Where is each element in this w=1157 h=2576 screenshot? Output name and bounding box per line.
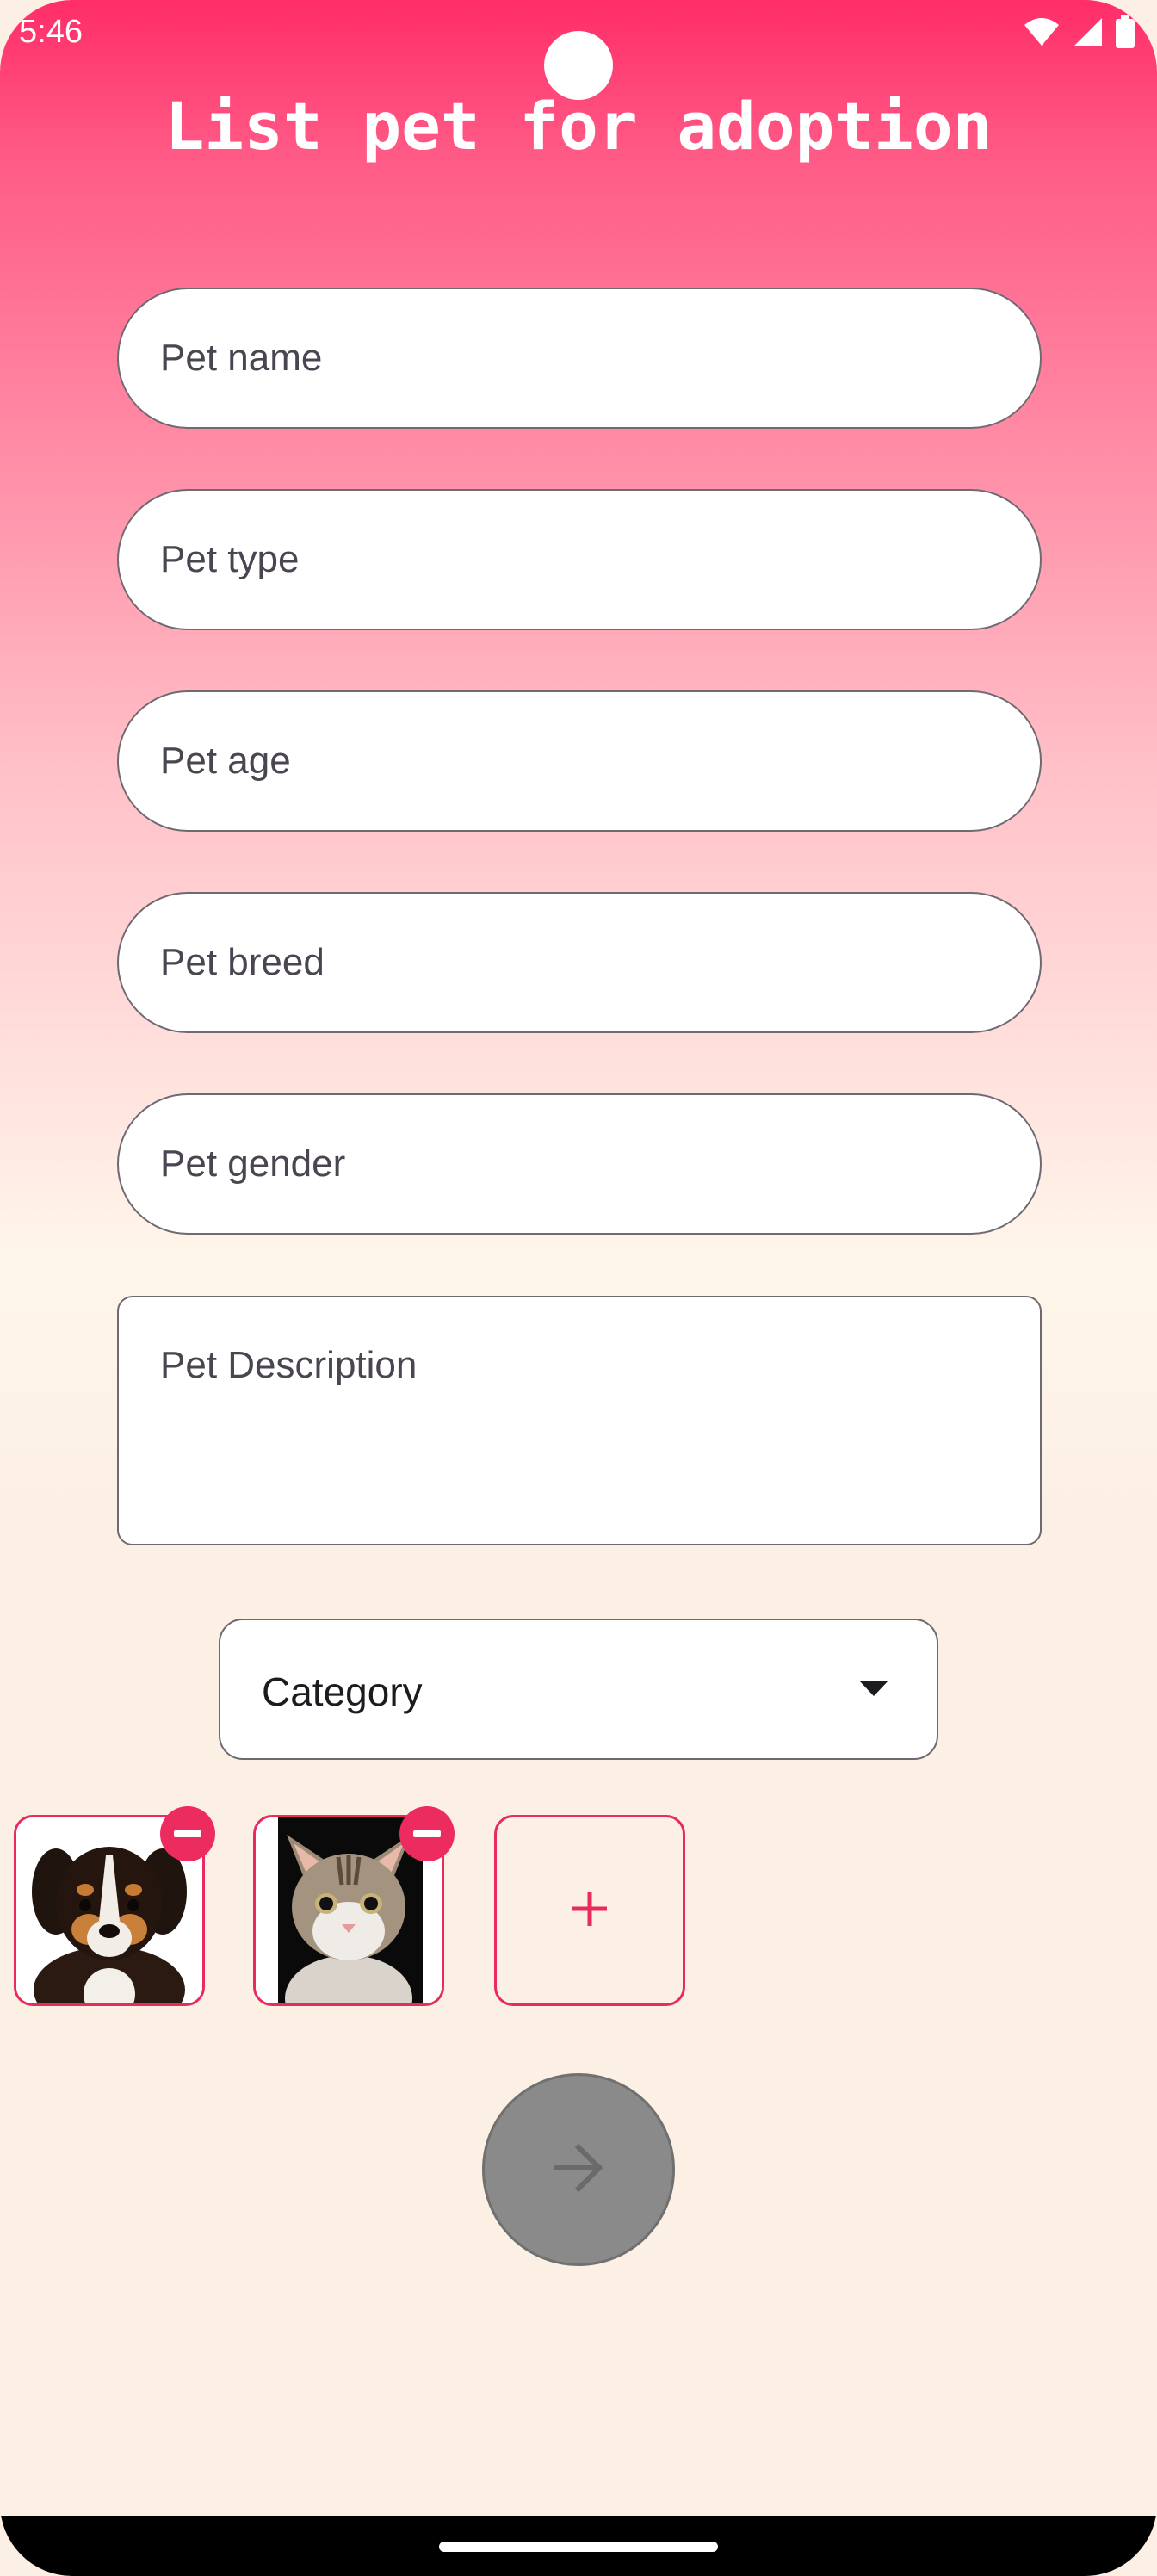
app-screen: 5:46 List pet for adoption Pet name Pet … <box>0 0 1157 2576</box>
pet-gender-input[interactable]: Pet gender <box>117 1093 1042 1235</box>
pet-age-placeholder: Pet age <box>160 740 291 782</box>
chevron-down-icon <box>859 1681 888 1702</box>
pet-breed-input[interactable]: Pet breed <box>117 892 1042 1033</box>
pet-age-input[interactable]: Pet age <box>117 690 1042 832</box>
pet-type-input[interactable]: Pet type <box>117 489 1042 630</box>
pet-gender-placeholder: Pet gender <box>160 1142 346 1185</box>
category-dropdown[interactable]: Category <box>219 1619 938 1760</box>
category-label: Category <box>262 1669 423 1714</box>
remove-icon[interactable] <box>399 1806 455 1861</box>
wifi-icon <box>1023 16 1061 47</box>
pet-name-input[interactable]: Pet name <box>117 288 1042 429</box>
home-gesture-handle[interactable] <box>439 2542 718 2552</box>
pet-description-input[interactable]: Pet Description <box>117 1296 1042 1545</box>
status-icons <box>1023 15 1135 48</box>
battery-icon <box>1116 15 1135 48</box>
plus-icon <box>569 1888 610 1934</box>
cellular-signal-icon <box>1073 16 1104 47</box>
arrow-right-icon <box>551 2143 606 2196</box>
pet-name-placeholder: Pet name <box>160 337 323 379</box>
pet-description-placeholder: Pet Description <box>160 1344 418 1386</box>
status-time: 5:46 <box>19 14 83 50</box>
pet-type-placeholder: Pet type <box>160 538 300 580</box>
next-button[interactable] <box>482 2073 675 2266</box>
add-photo-button[interactable] <box>494 1815 685 2006</box>
remove-icon[interactable] <box>160 1806 215 1861</box>
pet-breed-placeholder: Pet breed <box>160 941 325 983</box>
page-title: List pet for adoption <box>164 88 993 164</box>
